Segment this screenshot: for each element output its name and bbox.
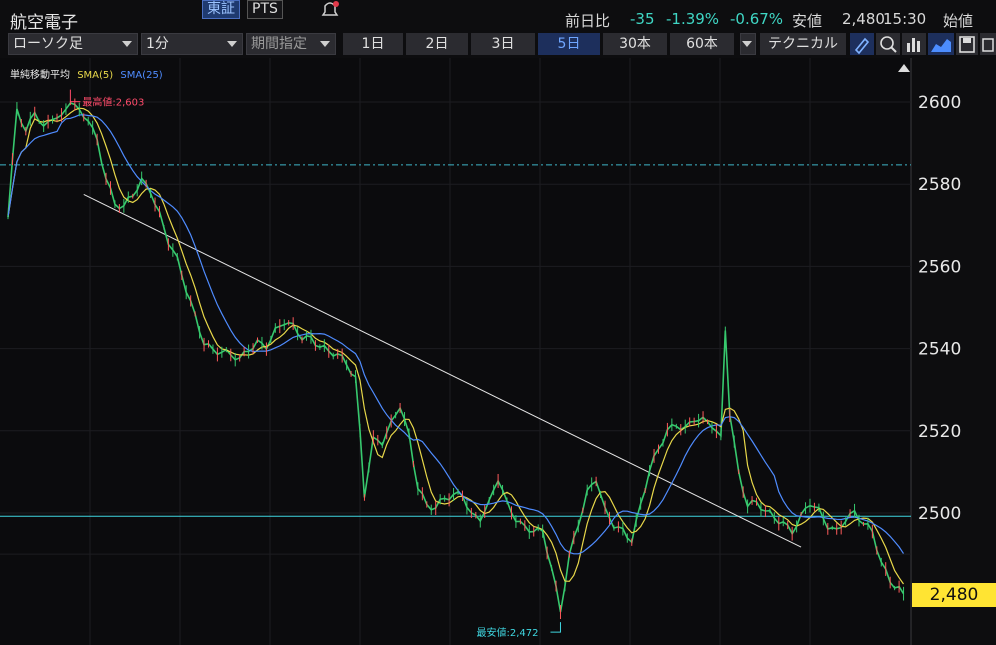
stock-name: 航空電子: [10, 13, 78, 33]
chart-type-select[interactable]: ローソク足: [8, 33, 138, 55]
high-label: 最高値:2,603: [82, 96, 144, 109]
period-tab-1d[interactable]: 1日: [343, 33, 403, 55]
period-select-value: 期間指定: [251, 36, 307, 52]
copy-button[interactable]: [980, 33, 996, 55]
magnifier-icon: [880, 36, 897, 53]
volume-bars-icon: [907, 38, 920, 52]
low-value: 2,480: [842, 10, 885, 28]
copy-icon: [982, 38, 994, 52]
last-time: 15:30: [883, 10, 927, 28]
indicator-label: 単純移動平均: [10, 70, 70, 81]
zoom-button[interactable]: [876, 33, 900, 55]
chevron-down-icon: [227, 41, 237, 47]
save-icon: [959, 36, 975, 53]
bell-alert-icon[interactable]: [318, 0, 342, 18]
period-tab-3d[interactable]: 3日: [471, 33, 535, 55]
pen-icon: [854, 37, 870, 55]
header-bar: 航空電子 東証 PTS 前日比 -35 -1.39% -0.67% 安値 2,4…: [0, 0, 996, 33]
change-value: -35: [630, 10, 655, 28]
indicator-legend: 単純移動平均 SMA(5) SMA(25): [10, 66, 167, 81]
y-tick-label: 2600: [918, 93, 961, 113]
period-tab-5d[interactable]: 5日: [538, 33, 600, 55]
chart-toolbar: ローソク足 1分 期間指定 1日 2日 3日 5日 30本 60本 テクニカル: [0, 32, 996, 58]
chevron-down-icon: [742, 41, 752, 47]
period-tab-30bars[interactable]: 30本: [603, 33, 667, 55]
interval-value: 1分: [146, 36, 169, 52]
draw-pen-button[interactable]: [850, 33, 874, 55]
y-tick-label: 2560: [918, 257, 961, 277]
change-pct: -1.39%: [666, 10, 720, 28]
y-tick-label: 2520: [918, 422, 961, 442]
interval-select[interactable]: 1分: [141, 33, 243, 55]
chart-background: [0, 58, 996, 645]
y-tick-label: 2500: [918, 504, 961, 524]
period-more-button[interactable]: [740, 33, 756, 55]
chevron-down-icon: [122, 41, 132, 47]
area-chart-icon: [931, 39, 951, 52]
chevron-down-icon: [320, 41, 330, 47]
low-label: 安値: [792, 12, 823, 30]
area-chart-button[interactable]: [928, 33, 954, 55]
y-tick-label: 2580: [918, 175, 961, 195]
change-pct-secondary: -0.67%: [730, 10, 784, 28]
price-chart[interactable]: 2600 2580 2560 2540 2520 2500 最高値:2,603 最安値:2,…: [0, 58, 996, 645]
technical-button[interactable]: テクニカル: [760, 33, 846, 55]
current-price-badge: 2,480: [912, 583, 996, 607]
period-select[interactable]: 期間指定: [246, 33, 336, 55]
legend-sma5: SMA(5): [77, 70, 114, 81]
low-label: 最安値:2,472: [476, 626, 538, 639]
volume-button[interactable]: [902, 33, 926, 55]
exchange-tab-pts[interactable]: PTS: [247, 0, 283, 19]
period-tab-2d[interactable]: 2日: [406, 33, 468, 55]
y-tick-label: 2540: [918, 340, 961, 360]
exchange-tab-tse[interactable]: 東証: [202, 0, 240, 19]
chart-type-value: ローソク足: [13, 36, 83, 52]
period-tab-60bars[interactable]: 60本: [670, 33, 734, 55]
legend-sma25: SMA(25): [120, 70, 163, 81]
save-button[interactable]: [956, 33, 978, 55]
change-label: 前日比: [565, 12, 611, 30]
open-label: 始値: [943, 12, 974, 30]
